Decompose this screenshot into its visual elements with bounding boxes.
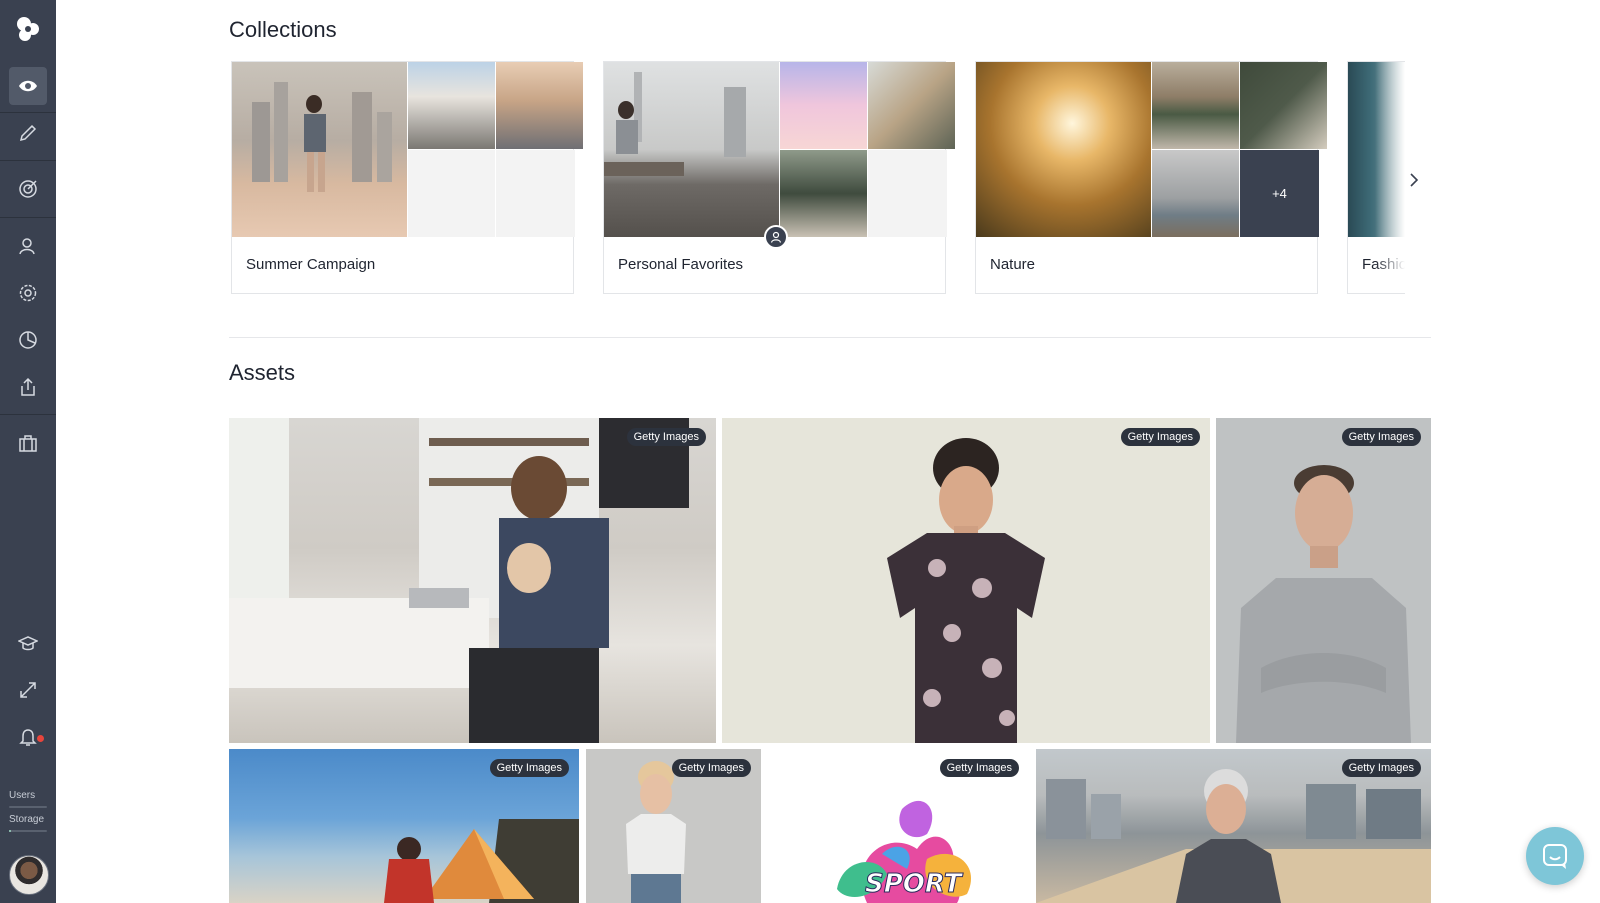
collection-thumbnail [604, 62, 779, 237]
chat-icon [1541, 842, 1569, 870]
graduation-cap-icon [18, 633, 38, 653]
sidebar-divider [0, 160, 56, 161]
asset-thumbnail[interactable]: SPORT Getty Images [767, 749, 1029, 903]
bell-icon [18, 727, 38, 747]
collection-card[interactable]: Fashio [1347, 61, 1405, 294]
notification-dot [37, 735, 44, 742]
collection-thumbnail [232, 62, 407, 237]
section-divider [229, 337, 1431, 338]
nav-view-button[interactable] [9, 67, 47, 105]
asset-thumbnail[interactable]: Getty Images [1216, 418, 1431, 743]
users-icon [18, 236, 38, 256]
collection-thumbnail [976, 62, 1151, 237]
source-badge: Getty Images [1341, 428, 1421, 446]
nav-expand-button[interactable] [9, 671, 47, 709]
nav-target-button[interactable] [9, 170, 47, 208]
expand-icon [18, 680, 38, 700]
collection-thumbnail [780, 62, 867, 149]
collection-thumbnails: +4 [976, 62, 1327, 237]
collection-title: Summer Campaign [246, 256, 376, 273]
app-logo-icon[interactable] [12, 12, 44, 44]
scroll-fade [1375, 62, 1405, 293]
sidebar-divider [0, 217, 56, 218]
storage-usage-fill [9, 830, 11, 832]
storage-usage-bar [9, 830, 47, 832]
collection-thumbnail [780, 150, 867, 237]
gear-icon [18, 283, 38, 303]
collection-thumbnail-empty [496, 150, 575, 237]
source-badge: Getty Images [489, 759, 569, 777]
asset-thumbnail[interactable]: Getty Images [586, 749, 761, 903]
collection-thumbnail [1240, 62, 1327, 149]
collection-thumbnails [232, 62, 583, 237]
source-badge: Getty Images [626, 428, 706, 446]
share-icon [18, 377, 38, 397]
nav-users-button[interactable] [9, 227, 47, 265]
storage-usage-label: Storage [9, 814, 45, 825]
collections-next-button[interactable] [1404, 168, 1424, 192]
pencil-icon [18, 123, 38, 143]
source-badge: Getty Images [939, 759, 1019, 777]
pie-chart-icon [18, 330, 38, 350]
sidebar: Users Storage [0, 0, 56, 903]
assets-heading: Assets [229, 360, 296, 385]
collection-title: Personal Favorites [618, 256, 744, 273]
sidebar-divider [0, 414, 56, 415]
personal-collection-badge [764, 225, 788, 249]
collection-thumbnail [1152, 62, 1239, 149]
users-usage-bar [9, 806, 47, 808]
user-avatar[interactable] [9, 855, 49, 895]
briefcase-icon [18, 433, 38, 453]
collection-thumbnail-empty [868, 150, 947, 237]
collection-thumbnail-empty [408, 150, 495, 237]
collection-thumbnail [496, 62, 583, 149]
source-badge: Getty Images [1341, 759, 1421, 777]
eye-icon [18, 76, 38, 96]
more-items-count: +4 [1240, 150, 1319, 237]
source-badge: Getty Images [1120, 428, 1200, 446]
users-usage-label: Users [9, 790, 36, 801]
collection-thumbnail [868, 62, 955, 149]
nav-share-button[interactable] [9, 368, 47, 406]
asset-thumbnail[interactable]: Getty Images [229, 418, 716, 743]
asset-thumbnail[interactable]: Getty Images [229, 749, 579, 903]
collection-card[interactable]: +4 Nature [975, 61, 1327, 294]
collection-card[interactable]: Personal Favorites [603, 61, 955, 294]
collections-heading: Collections [229, 17, 337, 42]
nav-briefcase-button[interactable] [9, 424, 47, 462]
collection-title: Nature [990, 256, 1036, 273]
nav-analytics-button[interactable] [9, 321, 47, 359]
collection-card[interactable]: Summer Campaign [231, 61, 583, 294]
asset-thumbnail[interactable]: Getty Images [722, 418, 1210, 743]
collection-thumbnail [408, 62, 495, 149]
user-icon [770, 231, 782, 243]
svg-text:SPORT: SPORT [865, 869, 964, 899]
chat-launcher-button[interactable] [1526, 827, 1584, 885]
collection-thumbnails [604, 62, 955, 237]
chevron-right-icon [1408, 172, 1420, 188]
target-icon [18, 179, 38, 199]
nav-learn-button[interactable] [9, 624, 47, 662]
source-badge: Getty Images [671, 759, 751, 777]
asset-thumbnail[interactable]: Getty Images [1036, 749, 1431, 903]
collection-thumbnail [1152, 150, 1239, 237]
sidebar-divider [0, 112, 56, 113]
nav-settings-button[interactable] [9, 274, 47, 312]
nav-edit-button[interactable] [9, 114, 47, 152]
